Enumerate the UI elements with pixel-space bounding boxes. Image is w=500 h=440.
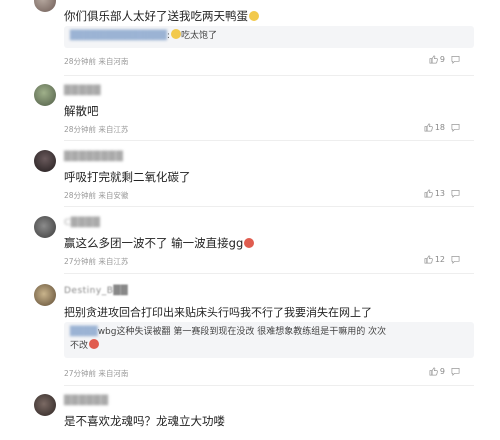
like-count: 9 [439,367,445,376]
reply-box[interactable]: ██████████████: 吃太饱了 [64,26,474,48]
username[interactable]: ██████ [64,396,109,406]
avatar[interactable] [34,150,56,172]
divider [64,385,474,386]
comment-actions: 9 [429,367,460,376]
comment-text: 是不喜欢龙魂吗？龙魂立大功喽 [64,414,225,428]
like-count: 9 [439,55,445,64]
thumbs-up-icon [429,367,438,376]
thumbs-up-icon [424,123,433,132]
username[interactable]: ████████ [64,152,123,162]
comment-text: 解散吧 [64,104,99,118]
reply-username[interactable]: ████ [70,327,98,337]
like-button[interactable]: 18 [424,123,445,132]
avatar[interactable] [34,0,56,12]
comment-actions: 12 [424,255,460,264]
reply-text-line-1: wbg这种失误被翻 第一赛段到现在没改 很难想象教练组是干嘛用的 次次 [97,327,387,337]
username[interactable]: Destiny_B██ [64,286,128,296]
username[interactable]: █████ [64,86,101,96]
comment-meta: 27分钟前 来自江苏 [64,257,129,266]
reply-button[interactable] [451,55,460,64]
divider [64,140,474,141]
comment-icon [451,123,460,132]
like-count: 18 [434,123,445,132]
comment-text: 你们俱乐部人太好了送我吃两天鸭蛋 [64,8,259,24]
reply-text: 吃太饱了 [180,31,217,41]
emoji-icon [244,238,255,248]
emoji-icon [249,11,259,21]
comment-icon [451,255,460,264]
username[interactable]: C████ [64,218,100,228]
reply-button[interactable] [451,255,460,264]
comment-icon [451,55,460,64]
thumbs-up-icon [424,189,433,198]
reply-text-line-2: 不改 [70,341,89,351]
comment-text: 把别贪进攻回合打印出来贴床头行吗我不行了我要消失在网上了 [64,306,372,319]
divider [64,75,474,76]
comment-actions: 18 [424,123,460,132]
reply-button[interactable] [451,123,460,132]
comment-text: 赢这么多团一波不了 输一波直接gg [64,235,255,251]
like-count: 13 [434,189,445,198]
comment-meta: 27分钟前 来自河南 [64,369,129,378]
thumbs-up-icon [424,255,433,264]
like-button[interactable]: 13 [424,189,445,198]
like-button[interactable]: 9 [429,367,445,376]
thumbs-up-icon [429,55,438,64]
comment-meta: 28分钟前 来自安徽 [64,191,129,200]
comment-text: 呼吸打完就剩二氧化碳了 [64,170,191,184]
avatar[interactable] [34,84,56,106]
emoji-icon [170,29,181,39]
reply-box[interactable]: ████wbg这种失误被翻 第一赛段到现在没改 很难想象教练组是干嘛用的 次次 … [64,322,474,358]
emoji-icon [89,339,100,349]
reply-button[interactable] [451,367,460,376]
like-button[interactable]: 9 [429,55,445,64]
comment-meta: 28分钟前 来自江苏 [64,125,129,134]
like-count: 12 [434,255,445,264]
avatar[interactable] [34,284,56,306]
reply-username[interactable]: ██████████████ [70,31,167,41]
avatar[interactable] [34,394,56,416]
comment-actions: 13 [424,189,460,198]
comment-meta: 28分钟前 来自河南 [64,57,129,66]
divider [64,273,474,274]
comment-icon [451,367,460,376]
divider [64,206,474,207]
like-button[interactable]: 12 [424,255,445,264]
avatar[interactable] [34,216,56,238]
reply-button[interactable] [451,189,460,198]
comment-actions: 9 [429,55,460,64]
comment-icon [451,189,460,198]
